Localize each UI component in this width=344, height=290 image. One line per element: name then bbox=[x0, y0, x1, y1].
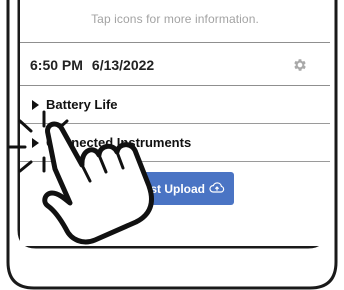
section-connected-instruments[interactable]: Connected Instruments bbox=[20, 124, 330, 162]
status-row: 6:50 PM 6/13/2022 bbox=[20, 42, 330, 86]
datetime: 6:50 PM 6/13/2022 bbox=[30, 57, 154, 73]
test-upload-button[interactable]: Test Upload bbox=[84, 172, 234, 205]
time-label: 6:50 PM bbox=[30, 57, 83, 73]
section-label: Battery Life bbox=[46, 97, 118, 112]
caret-right-icon bbox=[32, 100, 39, 110]
upload-button-label: Test Upload bbox=[137, 182, 205, 196]
section-label: Connected Instruments bbox=[46, 135, 192, 150]
section-battery-life[interactable]: Battery Life bbox=[20, 86, 330, 124]
gear-icon[interactable] bbox=[292, 57, 308, 73]
cloud-upload-icon bbox=[209, 182, 225, 193]
app-screen: Tap icons for more information. 6:50 PM 6… bbox=[20, 0, 330, 246]
stage: Tap icons for more information. 6:50 PM 6… bbox=[0, 0, 344, 290]
hint-text: Tap icons for more information. bbox=[91, 12, 259, 26]
date-label: 6/13/2022 bbox=[91, 57, 155, 73]
caret-right-icon bbox=[32, 138, 39, 148]
